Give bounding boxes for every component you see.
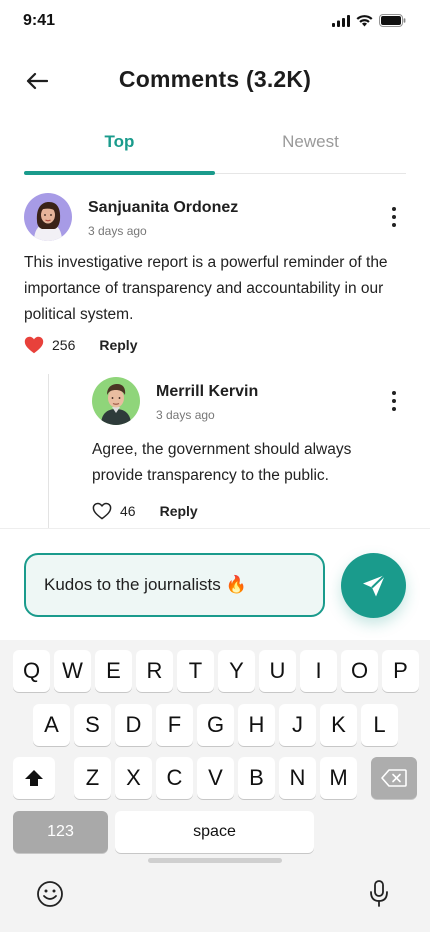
key[interactable]: I [300, 650, 337, 692]
key[interactable]: H [238, 704, 275, 746]
avatar-image [24, 193, 72, 241]
more-options-icon[interactable] [384, 203, 404, 231]
comment-actions: 46 Reply [92, 502, 198, 520]
avatar[interactable] [92, 377, 140, 425]
tab-newest[interactable]: Newest [215, 128, 406, 173]
key[interactable]: Q [13, 650, 50, 692]
numbers-key[interactable]: 123 [13, 811, 108, 853]
key[interactable]: J [279, 704, 316, 746]
comment-actions: 256 Reply [24, 336, 137, 354]
key[interactable]: N [279, 757, 316, 799]
avatar[interactable] [24, 193, 72, 241]
key[interactable]: L [361, 704, 398, 746]
tab-top[interactable]: Top [24, 128, 215, 173]
key[interactable]: P [382, 650, 419, 692]
comment-list: Sanjuanita Ordonez 3 days ago This inves… [0, 174, 430, 528]
key[interactable]: W [54, 650, 91, 692]
avatar-image [92, 377, 140, 425]
comment-timestamp: 3 days ago [88, 224, 147, 238]
emoji-icon [37, 881, 63, 907]
shift-key[interactable] [13, 757, 55, 799]
page-title: Comments (3.2K) [118, 66, 312, 92]
comment-text: This investigative report is a powerful … [24, 254, 388, 323]
key[interactable]: G [197, 704, 234, 746]
signal-icon [332, 14, 350, 27]
comment-text: Agree, the government should always prov… [92, 441, 352, 484]
key[interactable]: K [320, 704, 357, 746]
key[interactable]: V [197, 757, 234, 799]
key[interactable]: R [136, 650, 173, 692]
key[interactable]: A [33, 704, 70, 746]
emoji-button[interactable] [36, 880, 64, 913]
key[interactable]: E [95, 650, 132, 692]
home-indicator [148, 858, 282, 863]
heart-filled-icon [24, 336, 44, 354]
like-button[interactable]: 46 [92, 502, 136, 520]
key[interactable]: B [238, 757, 275, 799]
more-options-icon[interactable] [384, 387, 404, 415]
comment-author[interactable]: Merrill Kervin [156, 383, 258, 401]
microphone-icon [370, 880, 388, 907]
key[interactable]: S [74, 704, 111, 746]
like-button[interactable]: 256 [24, 336, 75, 354]
key[interactable]: U [259, 650, 296, 692]
header: Comments (3.2K) [0, 56, 430, 104]
reply-button[interactable]: Reply [160, 503, 198, 519]
delete-key[interactable] [371, 757, 417, 799]
send-button[interactable] [341, 553, 406, 618]
key[interactable]: T [177, 650, 214, 692]
shift-icon [25, 770, 43, 786]
key[interactable]: X [115, 757, 152, 799]
tab-bar: Top Newest [24, 128, 406, 175]
dictation-button[interactable] [368, 880, 390, 913]
like-count: 46 [120, 503, 136, 519]
key[interactable]: Y [218, 650, 255, 692]
comment-input[interactable]: Kudos to the journalists 🔥 [24, 553, 325, 617]
key[interactable]: C [156, 757, 193, 799]
keyboard: Q W E R T Y U I O P A S D F G H J K L Z … [0, 640, 430, 932]
key[interactable]: D [115, 704, 152, 746]
key[interactable]: O [341, 650, 378, 692]
key[interactable]: M [320, 757, 357, 799]
like-count: 256 [52, 337, 76, 353]
battery-icon [379, 14, 406, 27]
comment-composer: Kudos to the journalists 🔥 [0, 528, 430, 640]
thread-line [48, 374, 49, 528]
key[interactable]: Z [74, 757, 111, 799]
send-icon [362, 573, 386, 596]
backspace-icon [381, 769, 407, 787]
comment-author[interactable]: Sanjuanita Ordonez [88, 199, 238, 217]
heart-outline-icon [92, 502, 112, 520]
status-bar: 9:41 [0, 0, 430, 44]
key[interactable]: F [156, 704, 193, 746]
wifi-icon [356, 14, 373, 26]
status-icons [332, 14, 406, 27]
status-time: 9:41 [23, 12, 56, 29]
space-key[interactable]: space [115, 811, 314, 853]
comment-timestamp: 3 days ago [156, 408, 215, 422]
reply-button[interactable]: Reply [99, 337, 137, 353]
